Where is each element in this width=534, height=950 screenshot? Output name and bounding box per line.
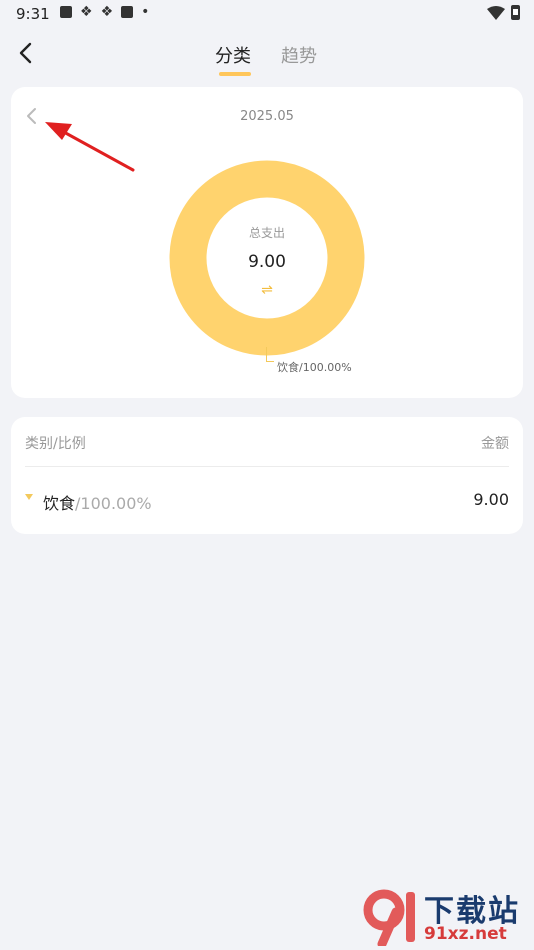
notification-icons: ❖ ❖ • xyxy=(60,5,149,19)
slice-leader-line xyxy=(266,347,274,362)
expand-triangle-icon[interactable] xyxy=(25,494,33,500)
donut-chart[interactable]: 总支出 9.00 ⇌ xyxy=(169,160,365,356)
battery-icon xyxy=(511,5,520,20)
list-header-category: 类别/比例 xyxy=(25,436,86,452)
tab-category[interactable]: 分类 xyxy=(215,42,251,68)
watermark-text-bottom: 91xz.net xyxy=(424,924,507,944)
category-name: 饮食/100.00% xyxy=(43,490,152,514)
notification-app-icon: ❖ xyxy=(80,4,93,20)
active-tab-indicator xyxy=(219,72,251,76)
wifi-icon xyxy=(487,5,505,20)
notification-square-icon xyxy=(121,6,134,18)
category-list-card: 类别/比例 金额 饮食/100.00% 9.00 xyxy=(11,417,523,534)
total-expense-value: 9.00 xyxy=(248,252,286,272)
top-bar: 分类 趋势 xyxy=(0,28,534,80)
watermark-91-icon xyxy=(363,889,415,949)
category-amount: 9.00 xyxy=(473,490,509,509)
divider xyxy=(25,466,509,467)
status-time: 9:31 xyxy=(16,5,50,23)
swap-icon[interactable]: ⇌ xyxy=(169,282,365,298)
system-icons xyxy=(487,5,520,20)
total-expense-label: 总支出 xyxy=(248,226,285,240)
watermark-logo: 下载站 91xz.net xyxy=(362,886,530,949)
back-arrow-icon[interactable] xyxy=(14,40,40,66)
notification-app-icon: ❖ xyxy=(100,4,114,20)
month-label: 2025.05 xyxy=(240,109,294,124)
list-item[interactable]: 饮食/100.00% 9.00 xyxy=(11,477,523,523)
list-header-amount: 金额 xyxy=(481,436,509,452)
category-name-text: 饮食 xyxy=(43,494,76,513)
notification-dot-icon: • xyxy=(141,4,150,20)
notification-square-icon xyxy=(60,6,72,18)
category-percent: /100.00% xyxy=(75,494,152,513)
status-bar: 9:31 ❖ ❖ • xyxy=(0,0,534,28)
slice-label: 饮食/100.00% xyxy=(277,361,352,374)
tab-trend[interactable]: 趋势 xyxy=(281,42,317,68)
chart-card: 2025.05 总支出 9.00 ⇌ 饮食/100.00% xyxy=(11,87,523,398)
